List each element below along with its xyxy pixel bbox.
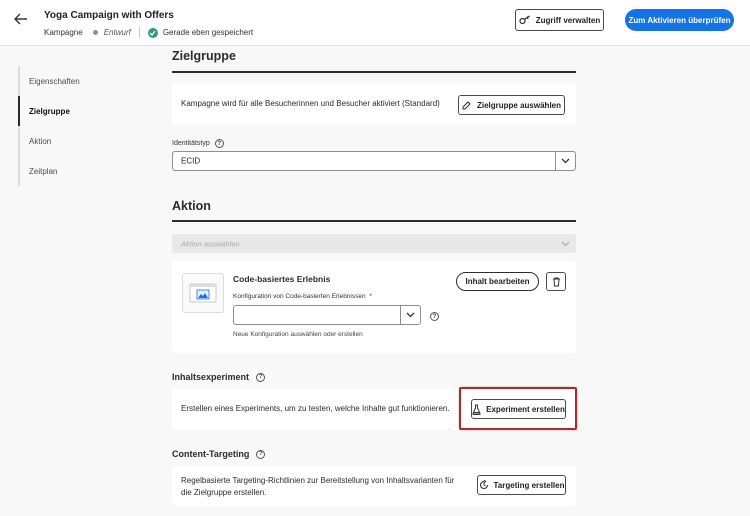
check-circle-icon bbox=[147, 27, 158, 38]
review-activate-button[interactable]: Zum Aktivieren überprüfen bbox=[625, 9, 734, 31]
audience-section-title: Zielgruppe bbox=[172, 49, 236, 63]
action-select[interactable]: Aktion auswählen bbox=[172, 234, 576, 253]
delete-button[interactable] bbox=[546, 272, 566, 291]
targeting-section-title: Content-Targeting ? bbox=[172, 449, 266, 459]
identity-type-select[interactable]: ECID bbox=[172, 151, 576, 171]
divider bbox=[138, 27, 140, 38]
saved-status: Gerade eben gespeichert bbox=[162, 28, 254, 37]
edit-icon bbox=[462, 101, 471, 110]
app-header: Yoga Campaign with Offers Kampagne Entwu… bbox=[0, 0, 750, 46]
section-divider bbox=[172, 71, 576, 73]
help-icon[interactable]: ? bbox=[256, 449, 266, 459]
identity-type-label: Identitätstyp ? bbox=[172, 139, 224, 148]
config-label: Konfiguration von Code-basierten Erlebni… bbox=[233, 293, 372, 300]
key-icon bbox=[519, 15, 530, 25]
action-section-title: Aktion bbox=[172, 199, 211, 213]
back-arrow-icon[interactable] bbox=[14, 12, 30, 26]
audience-description: Kampagne wird für alle Besucherinnen und… bbox=[181, 99, 440, 108]
chevron-down-icon bbox=[555, 235, 575, 252]
experiment-section-title: Inhaltsexperiment ? bbox=[172, 372, 266, 382]
select-audience-button[interactable]: Zielgruppe auswählen bbox=[458, 95, 565, 115]
required-mark: * bbox=[369, 293, 372, 300]
campaign-meta: Kampagne Entwurf Gerade eben gespeichert bbox=[44, 27, 253, 38]
help-icon[interactable]: ? bbox=[256, 372, 266, 382]
status-text: Entwurf bbox=[103, 28, 131, 37]
section-nav: Eigenschaften Zielgruppe Aktion Zeitplan bbox=[18, 66, 146, 186]
campaign-type: Kampagne bbox=[44, 28, 83, 37]
config-hint: Neue Konfiguration auswählen oder erstel… bbox=[233, 331, 363, 338]
create-targeting-button[interactable]: Targeting erstellen bbox=[477, 475, 566, 495]
trash-icon bbox=[552, 277, 560, 286]
create-experiment-button[interactable]: Experiment erstellen bbox=[471, 399, 566, 419]
chevron-down-icon bbox=[555, 152, 575, 170]
nav-item-aktion[interactable]: Aktion bbox=[18, 126, 146, 156]
page-title: Yoga Campaign with Offers bbox=[44, 10, 174, 21]
code-experience-title: Code-basiertes Erlebnis bbox=[233, 274, 331, 284]
targeting-icon bbox=[479, 480, 488, 490]
audience-card: Kampagne wird für alle Besucherinnen und… bbox=[172, 83, 576, 125]
beaker-icon bbox=[472, 404, 481, 415]
config-select[interactable] bbox=[233, 305, 421, 325]
nav-item-eigenschaften[interactable]: Eigenschaften bbox=[18, 66, 146, 96]
nav-item-zeitplan[interactable]: Zeitplan bbox=[18, 156, 146, 186]
nav-item-zielgruppe[interactable]: Zielgruppe bbox=[18, 96, 146, 126]
section-divider bbox=[172, 220, 576, 222]
targeting-description: Regelbasierte Targeting-Richtlinien zur … bbox=[181, 476, 455, 497]
help-icon[interactable]: ? bbox=[214, 139, 224, 148]
edit-content-button[interactable]: Inhalt bearbeiten bbox=[456, 272, 539, 291]
chevron-down-icon bbox=[400, 306, 420, 324]
manage-access-button[interactable]: Zugriff verwalten bbox=[515, 9, 604, 31]
targeting-card: Regelbasierte Targeting-Richtlinien zur … bbox=[172, 466, 576, 506]
code-experience-thumbnail-icon bbox=[182, 273, 224, 313]
help-icon[interactable]: ? bbox=[430, 312, 439, 321]
status-dot-icon bbox=[92, 30, 98, 35]
code-based-experience-card: Code-basiertes Erlebnis Konfiguration vo… bbox=[172, 261, 576, 353]
experiment-description: Erstellen eines Experiments, um zu teste… bbox=[181, 404, 450, 413]
